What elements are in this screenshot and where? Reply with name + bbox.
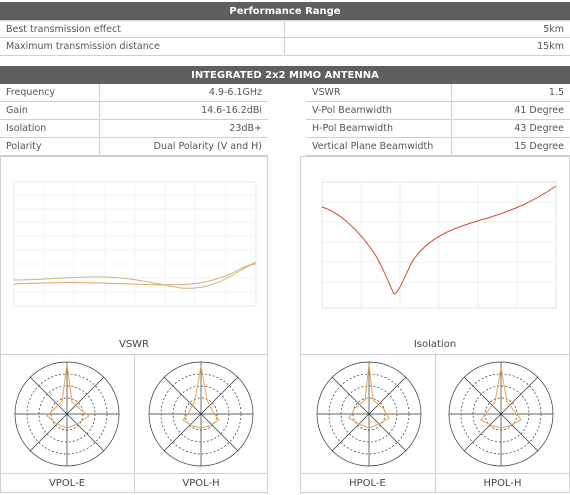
spec-label: V-Pol Beamwidth <box>306 102 452 119</box>
spec-value: 1.5 <box>548 87 564 98</box>
isolation-caption: Isolation <box>413 339 457 350</box>
polar-plot-hpol-h <box>448 361 554 467</box>
polar-caption-vpol-e: VPOL-E <box>48 478 86 489</box>
polar-plot-vpol-e <box>14 361 120 467</box>
spec-value: 15 Degree <box>514 141 564 152</box>
spec-row: VSWR 1.5 <box>306 84 570 102</box>
spec-row: Frequency 4.9-6.1GHz <box>0 84 268 102</box>
performance-title: Performance Range <box>229 5 341 17</box>
performance-label: Maximum transmission distance <box>0 38 285 55</box>
spec-label: Frequency <box>0 84 100 101</box>
divider <box>0 473 268 474</box>
performance-row: Maximum transmission distance 15km <box>0 38 570 56</box>
polar-caption-hpol-h: HPOL-H <box>483 478 522 489</box>
polar-plot-vpol-h <box>148 361 254 467</box>
polar-caption-vpol-h: VPOL-H <box>182 478 220 489</box>
spec-label: H-Pol Beamwidth <box>306 120 452 137</box>
spec-value: 4.9-6.1GHz <box>208 87 262 98</box>
performance-row: Best transmission effect 5km <box>0 20 570 38</box>
antenna-title: INTEGRATED 2x2 MIMO ANTENNA <box>191 69 379 81</box>
spec-label: Isolation <box>0 120 100 137</box>
performance-label: Best transmission effect <box>0 21 285 37</box>
spec-row: H-Pol Beamwidth 43 Degree <box>306 120 570 138</box>
spec-row: V-Pol Beamwidth 41 Degree <box>306 102 570 120</box>
spec-label: Polarity <box>0 138 100 155</box>
polar-plot-hpol-e <box>316 361 422 467</box>
vswr-plot <box>13 181 257 307</box>
spec-value: Dual Polarity (V and H) <box>153 141 262 152</box>
spec-label: VSWR <box>306 84 452 101</box>
spec-value: 41 Degree <box>514 105 564 116</box>
spec-value: 43 Degree <box>514 123 564 134</box>
spec-label: Gain <box>0 102 100 119</box>
isolation-plot <box>321 181 557 309</box>
spec-row: Gain 14.6-16.2dBi <box>0 102 268 120</box>
divider <box>300 473 570 474</box>
spec-row: Polarity Dual Polarity (V and H) <box>0 138 268 156</box>
performance-value: 5km <box>543 23 564 35</box>
spec-value: 14.6-16.2dBi <box>201 105 262 116</box>
antenna-header: INTEGRATED 2x2 MIMO ANTENNA <box>0 66 570 84</box>
spec-row: Isolation 23dB+ <box>0 120 268 138</box>
spec-value: 23dB+ <box>229 123 262 134</box>
polar-caption-hpol-e: HPOL-E <box>349 478 386 489</box>
spec-label: Vertical Plane Beamwidth <box>306 138 452 155</box>
vswr-caption: VSWR <box>118 339 150 350</box>
spec-row: Vertical Plane Beamwidth 15 Degree <box>306 138 570 156</box>
performance-header: Performance Range <box>0 2 570 20</box>
performance-value: 15km <box>537 41 564 52</box>
